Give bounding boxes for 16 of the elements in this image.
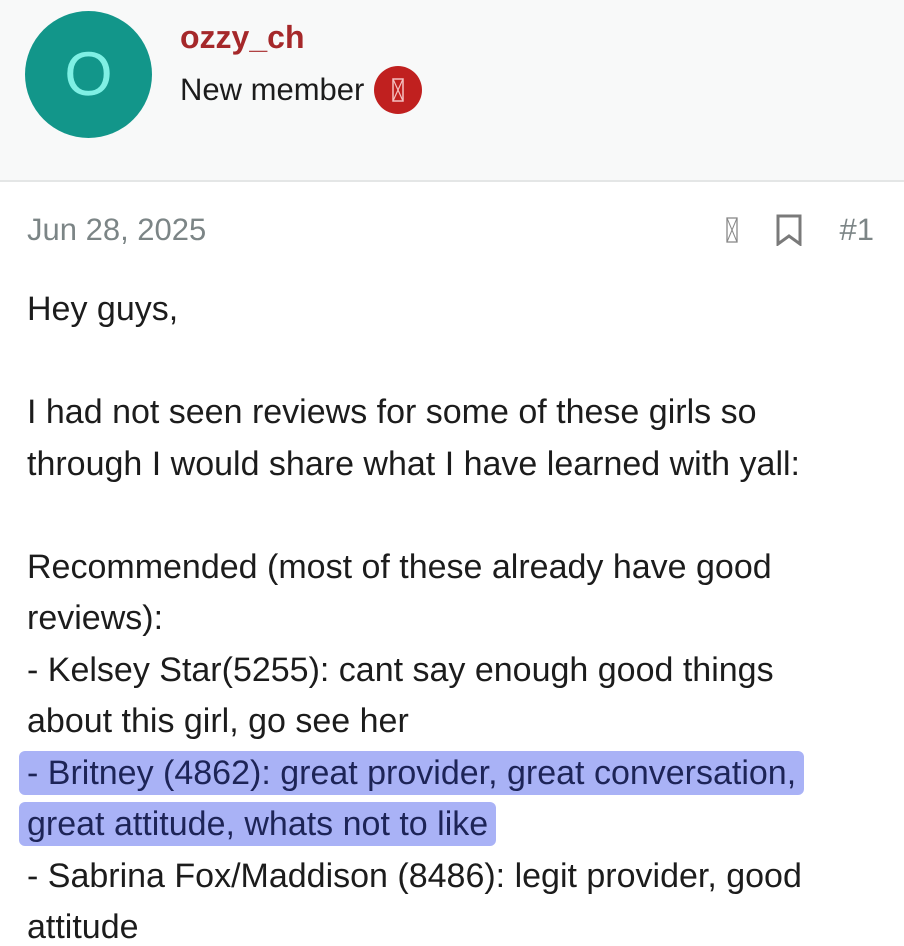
post-number[interactable]: #1 [840,212,874,248]
post-text-line: I had not seen reviews for some of these girls so [27,392,756,432]
post-text-line: - Kelsey Star(5255): cant say enough good things [27,650,774,690]
post-text-line: attitude [27,907,139,946]
badge-icon [374,66,422,114]
avatar[interactable]: O [25,11,152,138]
post-text-line: - Sabrina Fox/Maddison (8486): legit provider, good [27,856,802,896]
member-rank: New member [180,72,364,108]
post-text-line: reviews): [27,598,164,638]
post-text-line: Recommended (most of these already have good [27,546,772,586]
bookmark-icon[interactable] [776,214,802,246]
post-text-line: Hey guys, [27,289,178,329]
username[interactable]: ozzy_ch [180,19,422,56]
post-text-line: through I would share what I have learned with yall: [27,444,800,484]
post-text-line: about this girl, go see her [27,701,409,741]
post-date[interactable]: Jun 28, 2025 [27,212,206,248]
